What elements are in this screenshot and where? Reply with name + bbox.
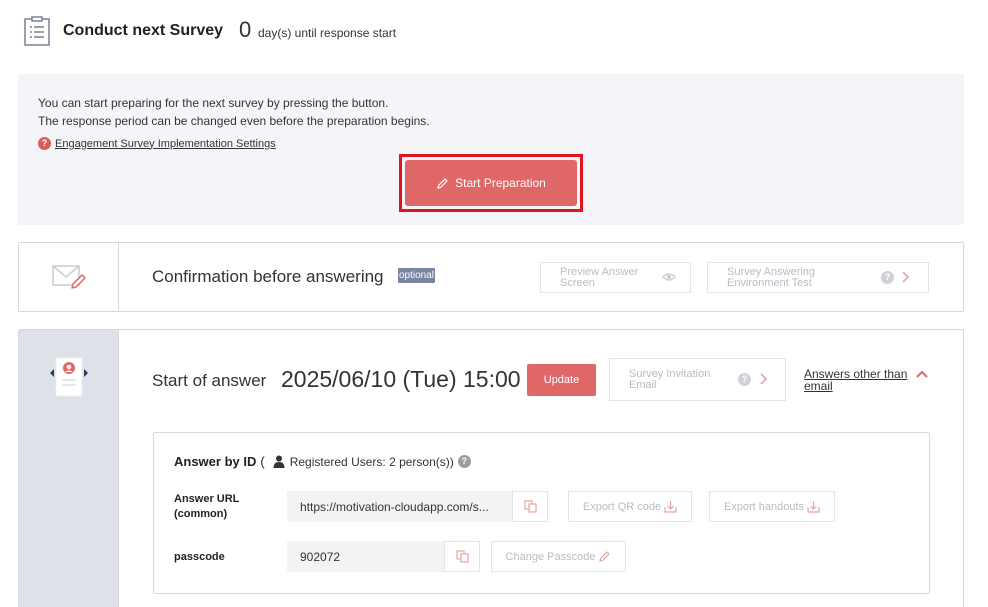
preparation-panel: You can start preparing for the next sur… xyxy=(18,74,964,225)
copy-passcode-button[interactable] xyxy=(444,541,480,572)
start-preparation-label: Start Preparation xyxy=(455,176,546,190)
export-handouts-button[interactable]: Export handouts xyxy=(709,491,835,522)
answer-url-label-line-2: (common) xyxy=(174,508,228,520)
answer-icon-column xyxy=(19,330,119,607)
invitation-icon xyxy=(50,357,88,397)
document-list-icon xyxy=(24,16,50,46)
days-until-text: day(s) until response start xyxy=(258,26,397,40)
help-icon: ? xyxy=(38,137,51,150)
env-test-label-line-2: Environment Test xyxy=(727,277,812,289)
help-icon[interactable]: ? xyxy=(881,271,894,284)
page-header: Conduct next Survey 0 day(s) until respo… xyxy=(0,0,988,64)
open-paren: ( xyxy=(260,454,265,469)
invitation-button-label: Survey Invitation Email xyxy=(629,369,710,391)
export-qr-code-button[interactable]: Export QR code xyxy=(568,491,692,522)
settings-help-row: ? Engagement Survey Implementation Setti… xyxy=(38,137,276,150)
update-button[interactable]: Update xyxy=(527,364,596,396)
copy-icon xyxy=(523,500,537,513)
export-qr-label: Export QR code xyxy=(582,500,662,513)
prep-info-line-2: The response period can be changed even … xyxy=(38,114,430,128)
environment-test-button[interactable]: Survey Answering Environment Test ? xyxy=(707,262,929,293)
page-title: Conduct next Survey xyxy=(63,22,224,39)
answer-url-label: Answer URL (common) xyxy=(174,492,239,522)
optional-badge: optional xyxy=(398,268,436,283)
passcode-label: passcode xyxy=(174,551,225,563)
answer-by-id-title: Answer by ID xyxy=(174,454,257,469)
help-icon[interactable]: ? xyxy=(738,373,751,386)
start-of-answer-heading: Start of answer xyxy=(152,371,267,390)
answer-url-field[interactable]: https://motivation-cloudapp.com/s... xyxy=(287,491,513,522)
confirmation-card: Confirmation before answering optional P… xyxy=(18,242,964,312)
download-icon xyxy=(807,501,820,513)
chevron-right-icon xyxy=(902,271,910,283)
confirmation-heading: Confirmation before answering xyxy=(152,267,384,286)
passcode-field[interactable]: 902072 xyxy=(287,541,445,572)
prep-info-line-1: You can start preparing for the next sur… xyxy=(38,96,389,110)
registered-users-count: Registered Users: 2 person(s)) xyxy=(289,454,454,469)
change-passcode-button[interactable]: Change Passcode xyxy=(491,541,626,572)
preview-button-label: Preview Answer Screen xyxy=(560,267,638,289)
days-count: 0 xyxy=(239,17,252,42)
answer-by-id-box: Answer by ID ( Registered Users: 2 perso… xyxy=(153,432,930,594)
env-test-button-label: Survey Answering Environment Test xyxy=(727,267,815,289)
start-of-answer-card: Start of answer 2025/06/10 (Tue) 15:00 U… xyxy=(18,329,964,607)
implementation-settings-link[interactable]: Engagement Survey Implementation Setting… xyxy=(55,138,276,150)
preview-label-line-2: Screen xyxy=(560,277,595,289)
chevron-right-icon xyxy=(760,373,768,385)
other-link-line-2: email xyxy=(804,379,833,393)
download-icon xyxy=(664,501,677,513)
pencil-icon xyxy=(599,551,611,562)
invitation-label-line-2: Email xyxy=(629,379,657,391)
answers-other-than-email-link[interactable]: Answers other than email xyxy=(804,368,907,392)
copy-url-button[interactable] xyxy=(512,491,548,522)
start-datetime: 2025/06/10 (Tue) 15:00 xyxy=(281,366,521,392)
eye-icon xyxy=(662,273,676,281)
answer-by-id-title-row: Answer by ID ( Registered Users: 2 perso… xyxy=(174,454,471,469)
confirmation-icon-column xyxy=(19,243,119,311)
answer-url-label-line-1: Answer URL xyxy=(174,493,240,505)
pencil-icon xyxy=(437,177,448,189)
survey-invitation-email-button[interactable]: Survey Invitation Email ? xyxy=(609,358,786,401)
export-handouts-label: Export handouts xyxy=(723,500,805,513)
help-icon[interactable]: ? xyxy=(457,455,471,468)
preview-answer-screen-button[interactable]: Preview Answer Screen xyxy=(540,262,691,293)
change-passcode-label: Change Passcode xyxy=(505,550,596,563)
chevron-up-icon[interactable] xyxy=(915,369,929,379)
user-icon xyxy=(273,455,285,468)
copy-icon xyxy=(455,550,469,563)
envelope-edit-icon xyxy=(52,265,86,289)
start-preparation-button[interactable]: Start Preparation xyxy=(405,160,577,206)
